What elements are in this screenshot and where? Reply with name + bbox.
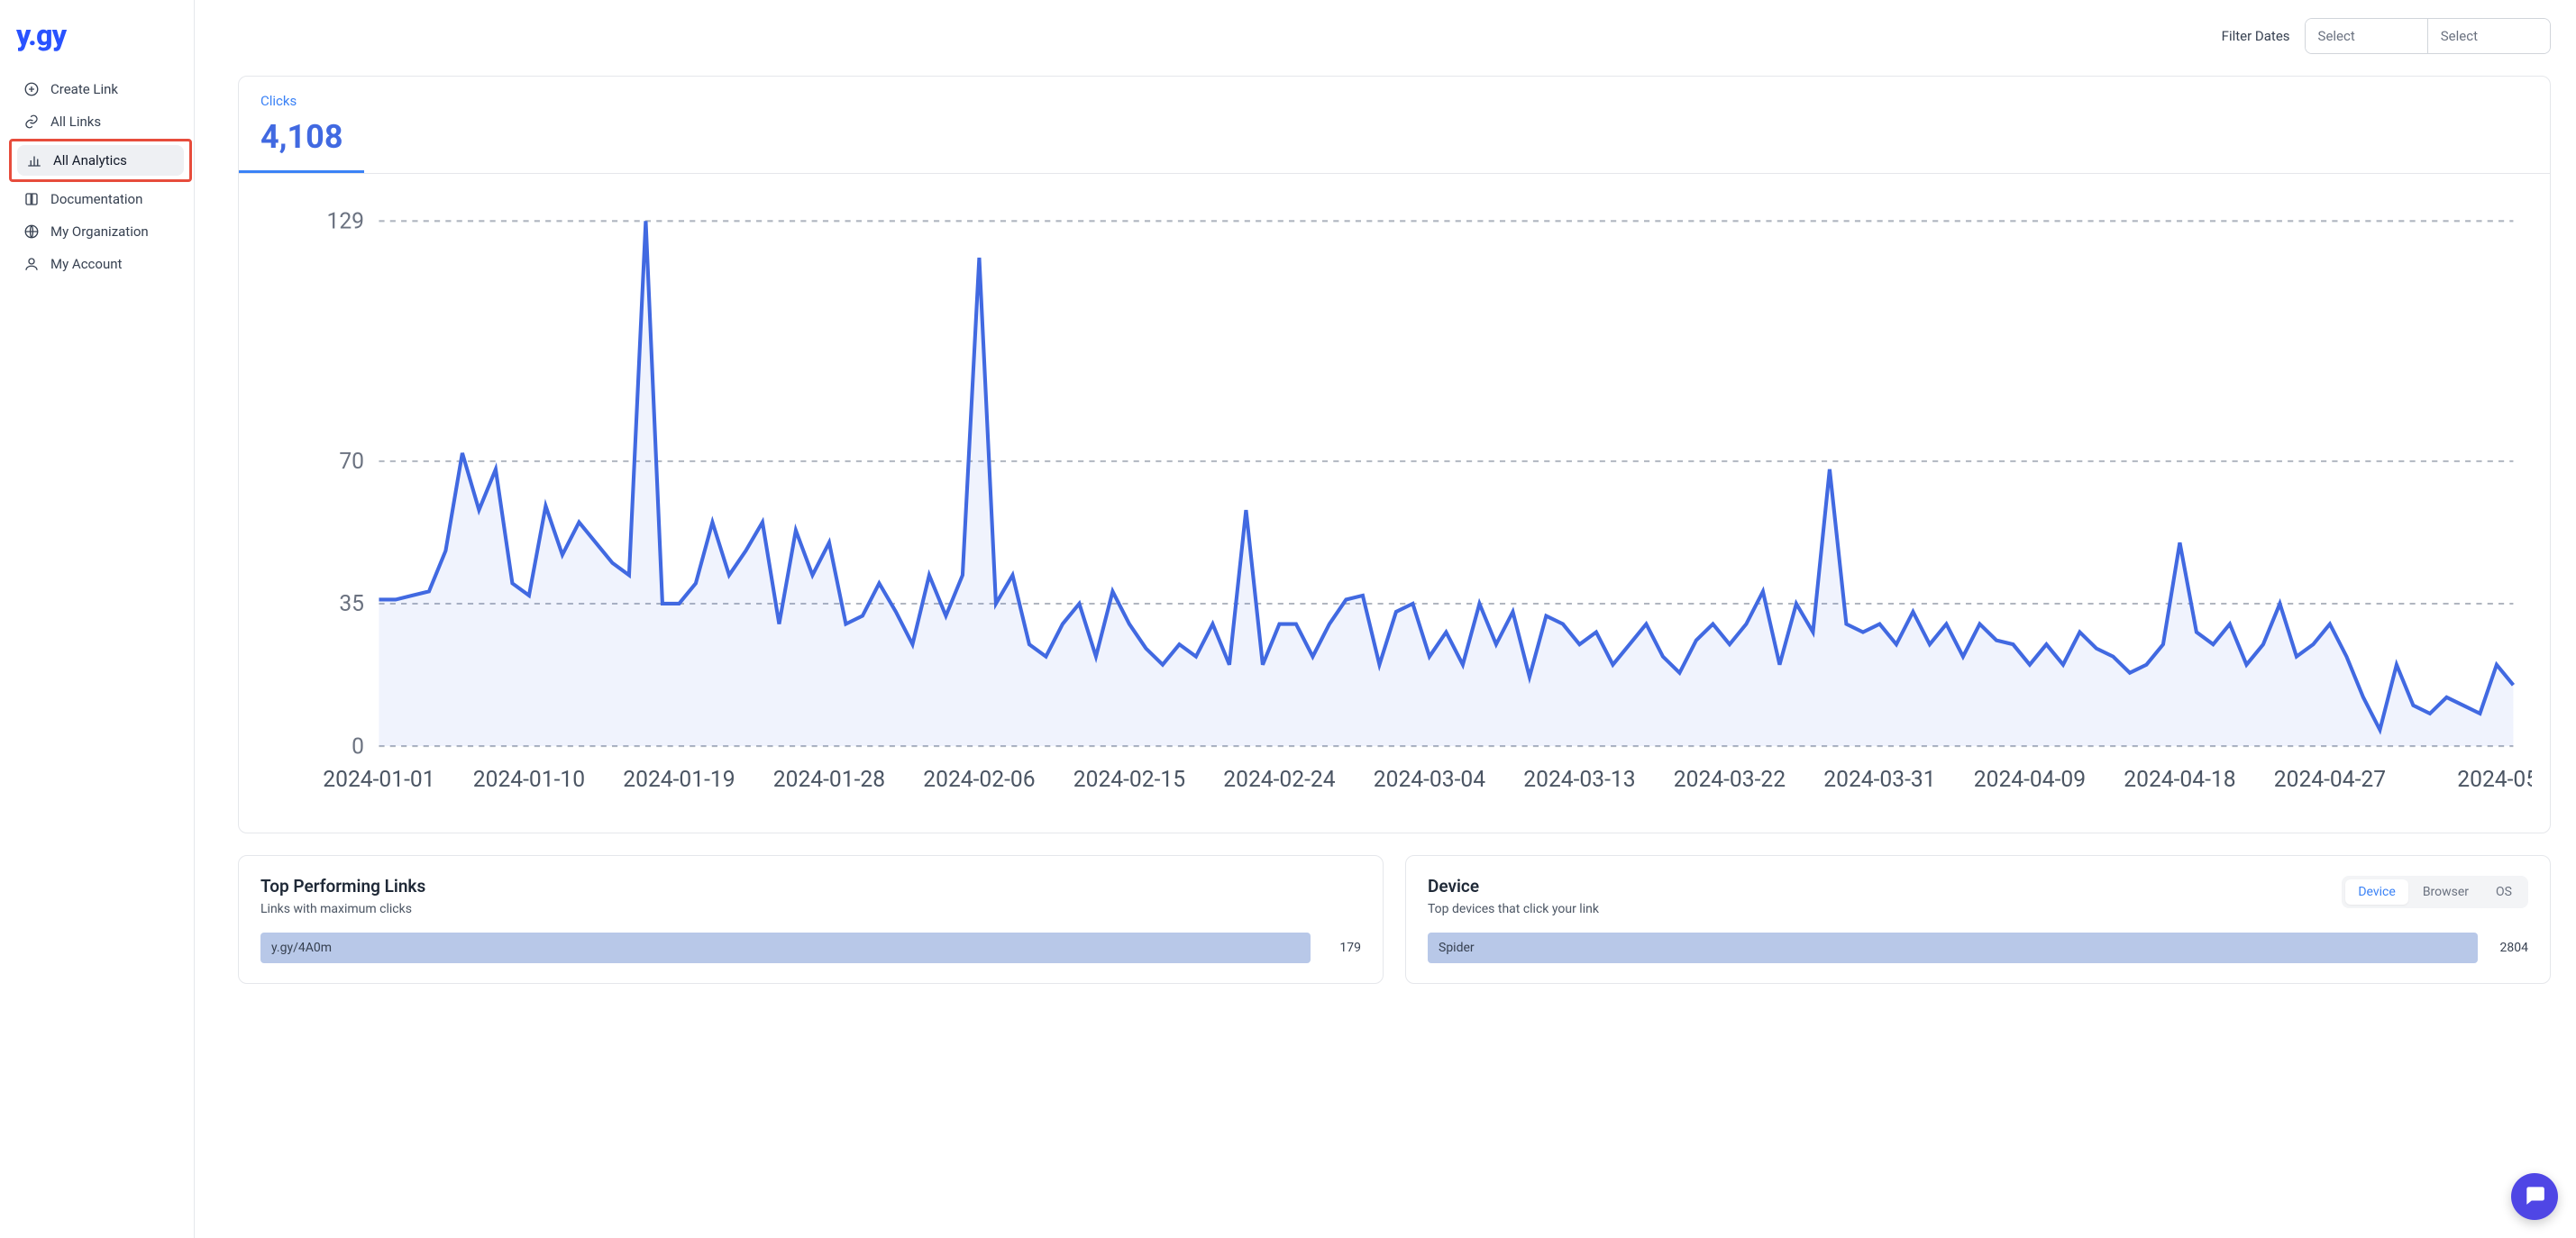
sidebar-item-create-link[interactable]: Create Link bbox=[14, 74, 187, 105]
svg-text:2024-02-06: 2024-02-06 bbox=[923, 767, 1035, 793]
device-tab-pills: DeviceBrowserOS bbox=[2342, 876, 2528, 908]
svg-text:0: 0 bbox=[352, 733, 364, 760]
bar-value: 2804 bbox=[2489, 941, 2528, 955]
highlight-annotation: All Analytics bbox=[9, 139, 192, 182]
metric-tab-value: 4,108 bbox=[260, 118, 343, 156]
user-icon bbox=[23, 256, 40, 272]
svg-text:35: 35 bbox=[339, 591, 364, 617]
svg-text:2024-01-19: 2024-01-19 bbox=[623, 767, 735, 793]
chat-widget-button[interactable] bbox=[2511, 1173, 2558, 1220]
svg-text:2024-01-28: 2024-01-28 bbox=[773, 767, 885, 793]
plus-circle-icon bbox=[23, 81, 40, 97]
device-row: Spider 2804 bbox=[1428, 933, 2528, 963]
sidebar: y.gy Create Link All Links All A bbox=[0, 0, 195, 1238]
svg-text:70: 70 bbox=[339, 449, 364, 475]
svg-text:2024-03-04: 2024-03-04 bbox=[1374, 767, 1485, 793]
clicks-chart-card: Clicks 4,108 0 35 70 129 2024-01-01 2024-01-1… bbox=[238, 76, 2551, 833]
chat-icon bbox=[2523, 1183, 2546, 1210]
date-range-select-group: Select Select bbox=[2305, 18, 2551, 54]
sidebar-item-documentation[interactable]: Documentation bbox=[14, 184, 187, 214]
bar-track[interactable]: y.gy/4A0m bbox=[260, 933, 1311, 963]
card-subtitle: Top devices that click your link bbox=[1428, 902, 1599, 916]
svg-text:2024-02-15: 2024-02-15 bbox=[1073, 767, 1185, 793]
svg-text:2024-01-01: 2024-01-01 bbox=[323, 767, 434, 793]
top-link-row: y.gy/4A0m 179 bbox=[260, 933, 1361, 963]
link-icon bbox=[23, 114, 40, 130]
svg-text:2024-04-27: 2024-04-27 bbox=[2274, 767, 2386, 793]
sidebar-nav: Create Link All Links All Analytics bbox=[14, 74, 187, 279]
book-icon bbox=[23, 191, 40, 207]
sidebar-item-label: All Analytics bbox=[53, 152, 127, 168]
sidebar-item-label: My Account bbox=[50, 256, 122, 272]
card-title: Device bbox=[1428, 876, 1599, 897]
sidebar-item-label: Create Link bbox=[50, 81, 118, 97]
svg-text:2024-01-10: 2024-01-10 bbox=[473, 767, 585, 793]
device-card: Device Top devices that click your link … bbox=[1405, 855, 2551, 984]
sidebar-item-label: All Links bbox=[50, 114, 101, 130]
metric-tabs: Clicks 4,108 bbox=[239, 77, 2550, 174]
date-end-select[interactable]: Select bbox=[2428, 19, 2550, 53]
chart-container: 0 35 70 129 2024-01-01 2024-01-10 2024-01-19 20… bbox=[239, 174, 2550, 833]
card-subtitle: Links with maximum clicks bbox=[260, 902, 1361, 916]
svg-text:2024-03-13: 2024-03-13 bbox=[1523, 767, 1635, 793]
svg-text:2024-02-24: 2024-02-24 bbox=[1223, 767, 1335, 793]
bar-fill bbox=[260, 933, 1311, 963]
globe-icon bbox=[23, 223, 40, 240]
sidebar-item-all-analytics[interactable]: All Analytics bbox=[17, 145, 184, 176]
sidebar-item-all-links[interactable]: All Links bbox=[14, 106, 187, 137]
svg-text:2024-03-22: 2024-03-22 bbox=[1674, 767, 1786, 793]
logo: y.gy bbox=[14, 18, 187, 52]
bar-label: y.gy/4A0m bbox=[271, 941, 332, 955]
svg-text:129: 129 bbox=[327, 210, 365, 235]
metric-tab-clicks[interactable]: Clicks 4,108 bbox=[239, 77, 364, 173]
tab-pill-os[interactable]: OS bbox=[2483, 879, 2525, 905]
clicks-line-chart: 0 35 70 129 2024-01-01 2024-01-10 2024-01-19 20… bbox=[257, 210, 2532, 802]
tab-pill-device[interactable]: Device bbox=[2345, 879, 2407, 905]
svg-text:2024-04-18: 2024-04-18 bbox=[2124, 767, 2235, 793]
bar-fill bbox=[1428, 933, 2478, 963]
bar-track[interactable]: Spider bbox=[1428, 933, 2478, 963]
sidebar-item-label: Documentation bbox=[50, 191, 142, 207]
filter-dates-label: Filter Dates bbox=[2222, 28, 2290, 44]
svg-text:2024-04-09: 2024-04-09 bbox=[1974, 767, 2086, 793]
card-title: Top Performing Links bbox=[260, 876, 1361, 897]
sidebar-item-label: My Organization bbox=[50, 223, 149, 240]
bar-value: 179 bbox=[1321, 941, 1361, 955]
date-start-select[interactable]: Select bbox=[2306, 19, 2428, 53]
main-content: Filter Dates Select Select Clicks 4,108 … bbox=[195, 0, 2576, 1238]
bar-label: Spider bbox=[1439, 941, 1475, 955]
sidebar-item-my-organization[interactable]: My Organization bbox=[14, 216, 187, 247]
sidebar-item-my-account[interactable]: My Account bbox=[14, 249, 187, 279]
svg-text:2024-05-08: 2024-05-08 bbox=[2457, 767, 2532, 793]
svg-text:2024-03-31: 2024-03-31 bbox=[1823, 767, 1935, 793]
metric-tab-label: Clicks bbox=[260, 93, 343, 109]
filter-dates-bar: Filter Dates Select Select bbox=[238, 18, 2551, 54]
top-performing-links-card: Top Performing Links Links with maximum … bbox=[238, 855, 1384, 984]
tab-pill-browser[interactable]: Browser bbox=[2410, 879, 2481, 905]
chart-icon bbox=[26, 152, 42, 168]
